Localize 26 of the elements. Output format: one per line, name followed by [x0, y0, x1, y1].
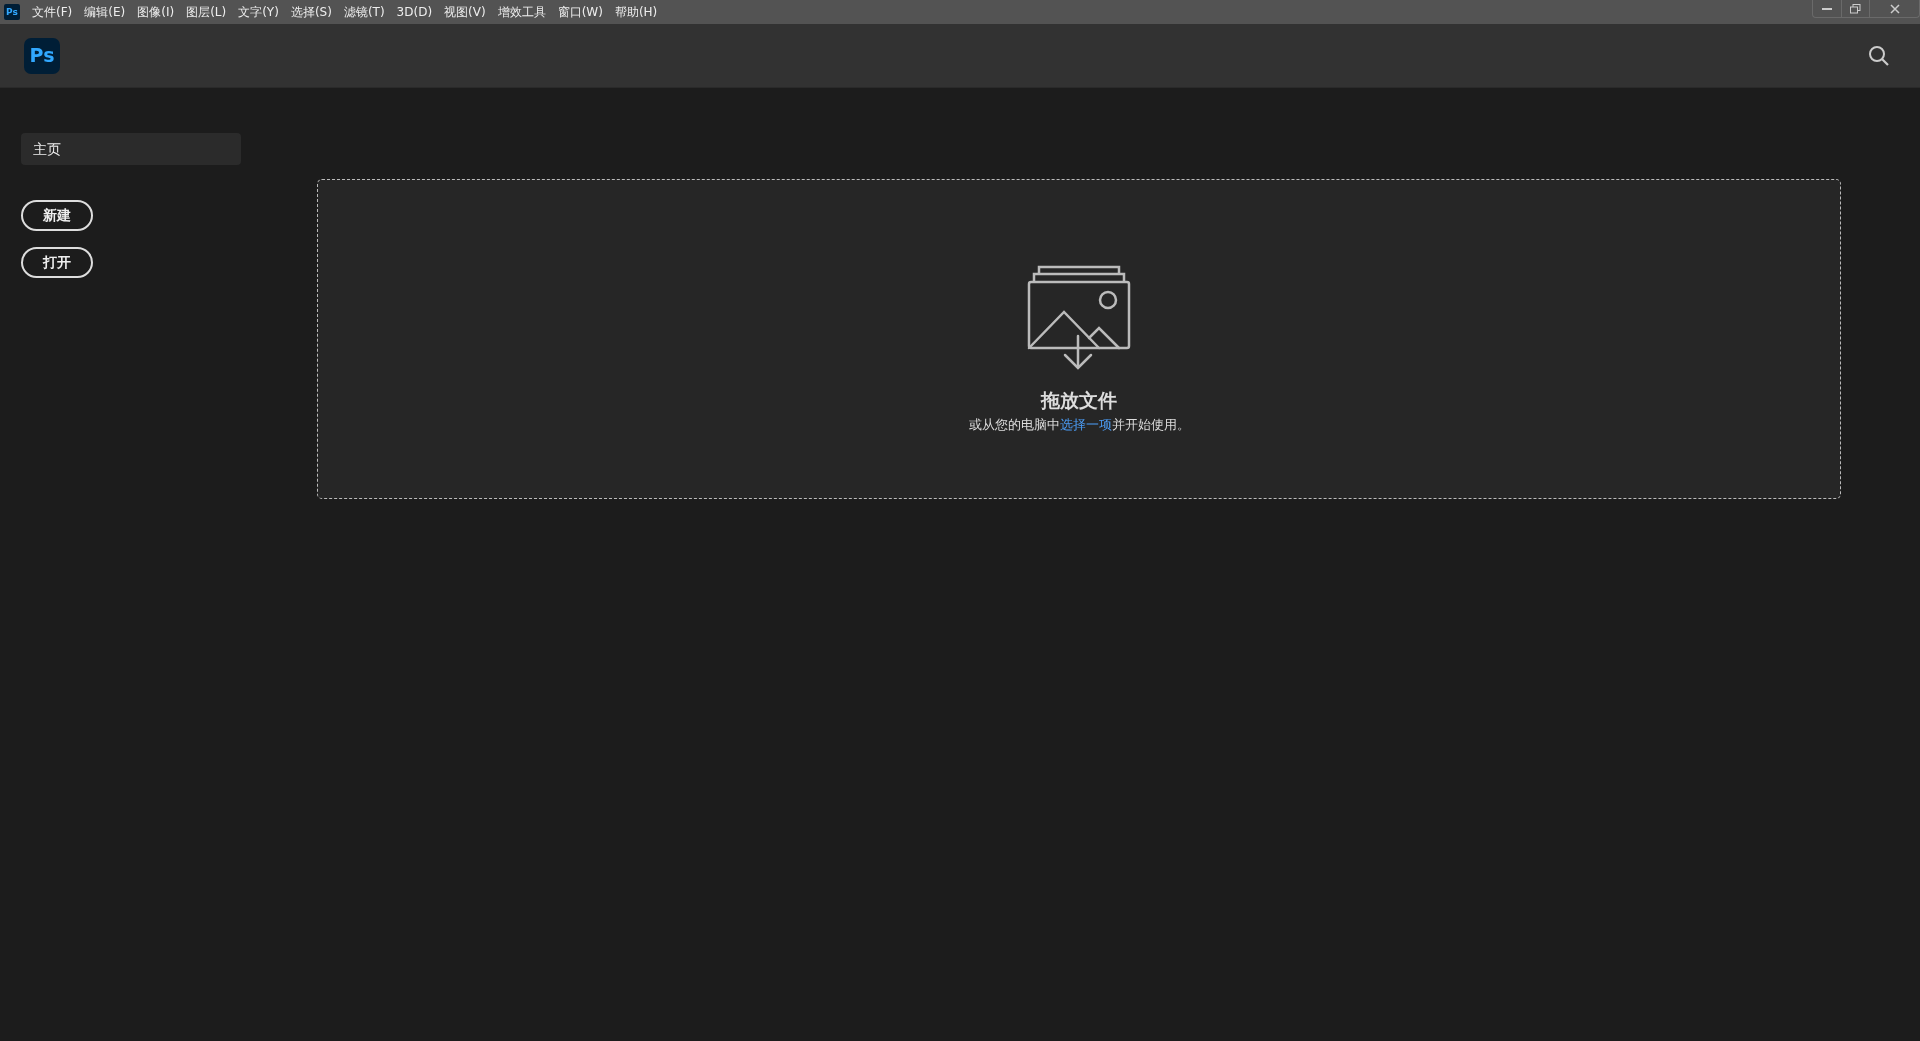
drop-title: 拖放文件: [1041, 388, 1117, 413]
menu-item[interactable]: 滤镜(T): [337, 0, 391, 24]
menu-item[interactable]: 3D(D): [390, 0, 439, 24]
menu-item[interactable]: 编辑(E): [78, 0, 132, 24]
menu-item[interactable]: 帮助(H): [608, 0, 664, 24]
search-icon[interactable]: [1868, 44, 1890, 67]
image-download-icon: [1027, 264, 1131, 370]
menu-item[interactable]: 窗口(W): [551, 0, 609, 24]
open-button[interactable]: 打开: [21, 247, 93, 278]
nav-item[interactable]: 主页: [21, 133, 241, 165]
menu-item[interactable]: 图像(I): [131, 0, 181, 24]
select-link[interactable]: 选择一项: [1059, 416, 1112, 432]
menu-item[interactable]: 文件(F): [26, 0, 79, 24]
menu-item[interactable]: 图层(L): [180, 0, 233, 24]
restore-icon: [1850, 3, 1861, 14]
app-icon: Ps: [4, 4, 20, 20]
new-button[interactable]: 新建: [21, 200, 93, 231]
drop-zone[interactable]: 拖放文件 或从您的电脑中选择一项并开始使用。: [317, 179, 1841, 499]
minimize-icon: [1822, 7, 1832, 10]
menu-item[interactable]: 选择(S): [284, 0, 338, 24]
app-logo: Ps: [24, 37, 60, 74]
close-icon: [1889, 3, 1900, 14]
menu-item[interactable]: 增效工具: [491, 0, 552, 24]
drop-instructions: 或从您的电脑中选择一项并开始使用。: [968, 415, 1190, 434]
menu-item[interactable]: 文字(Y): [232, 0, 285, 24]
menu-item[interactable]: 视图(V): [438, 0, 492, 24]
